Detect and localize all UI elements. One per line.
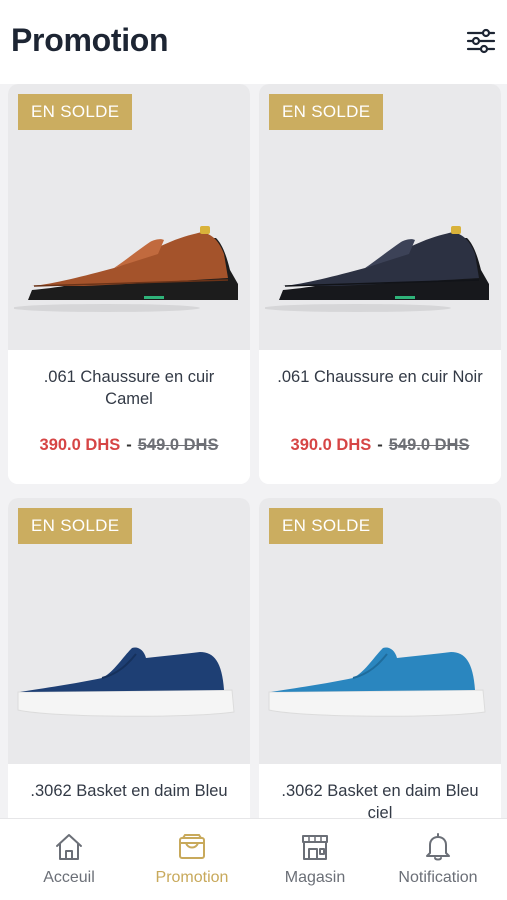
product-name: .3062 Basket en daim Bleu ciel xyxy=(281,782,479,820)
product-card[interactable]: EN SOLDE .3062 Basket en daim Bleu ciel xyxy=(259,498,501,820)
header: Promotion xyxy=(0,0,507,84)
product-grid: EN SOLDE .061 Chaussure en cuir Camel 39… xyxy=(0,84,507,820)
sliders-icon xyxy=(466,28,496,54)
price-separator: - xyxy=(377,436,383,454)
sale-badge: EN SOLDE xyxy=(18,508,133,544)
page-title: Promotion xyxy=(11,22,169,58)
home-icon xyxy=(56,834,82,860)
sale-badge: EN SOLDE xyxy=(269,508,384,544)
tab-notification[interactable]: Notification xyxy=(375,819,501,900)
original-price: 549.0 DHS xyxy=(137,436,219,454)
tab-label: Notification xyxy=(398,869,478,886)
product-card[interactable]: EN SOLDE .3062 Basket en daim Bleu xyxy=(8,498,250,820)
wallet-icon xyxy=(179,834,205,859)
sale-badge: EN SOLDE xyxy=(269,94,384,130)
tab-label: Magasin xyxy=(284,869,346,886)
product-image: EN SOLDE xyxy=(259,498,501,764)
tab-label: Acceuil xyxy=(43,869,95,886)
product-image: EN SOLDE xyxy=(259,84,501,350)
tab-label: Promotion xyxy=(155,869,229,886)
product-image: EN SOLDE xyxy=(8,84,250,350)
tab-magasin[interactable]: Magasin xyxy=(252,819,378,900)
price-separator: - xyxy=(126,436,132,454)
product-card[interactable]: EN SOLDE .061 Chaussure en cuir Camel 39… xyxy=(8,84,250,484)
product-image: EN SOLDE xyxy=(8,498,250,764)
product-info: .061 Chaussure en cuir Camel 390.0 DHS -5… xyxy=(8,350,250,484)
sale-price: 390.0 DHS xyxy=(290,436,372,454)
shoe-image xyxy=(17,647,235,717)
original-price: 549.0 DHS xyxy=(388,436,470,454)
store-icon xyxy=(302,835,328,860)
sale-badge: EN SOLDE xyxy=(18,94,133,130)
product-card[interactable]: EN SOLDE .061 Chaussure en cuir Noir 390… xyxy=(259,84,501,484)
sale-price: 390.0 DHS xyxy=(39,436,121,454)
product-name: .3062 Basket en daim Bleu xyxy=(30,782,228,800)
bell-icon xyxy=(426,833,450,861)
product-info: .3062 Basket en daim Bleu ciel xyxy=(259,764,501,820)
app-screen: Promotion EN SOLDE .061 Chaussure en cui… xyxy=(0,0,507,900)
tab-promotion[interactable]: Promotion xyxy=(129,819,255,900)
product-info: .061 Chaussure en cuir Noir 390.0 DHS -54… xyxy=(259,350,501,484)
shoe-image xyxy=(14,226,238,312)
price-row: 390.0 DHS -549.0 DHS xyxy=(8,436,250,455)
filter-button[interactable] xyxy=(464,24,498,58)
product-info: .3062 Basket en daim Bleu xyxy=(8,764,250,820)
price-row: 390.0 DHS -549.0 DHS xyxy=(259,436,501,455)
shoe-image xyxy=(268,647,486,717)
product-name: .061 Chaussure en cuir Camel xyxy=(43,368,215,408)
shoe-image xyxy=(265,226,489,312)
bottom-tab-bar: Acceuil Promotion Magasin Notification xyxy=(0,818,507,900)
tab-acceuil[interactable]: Acceuil xyxy=(6,819,132,900)
product-name: .061 Chaussure en cuir Noir xyxy=(277,368,483,386)
